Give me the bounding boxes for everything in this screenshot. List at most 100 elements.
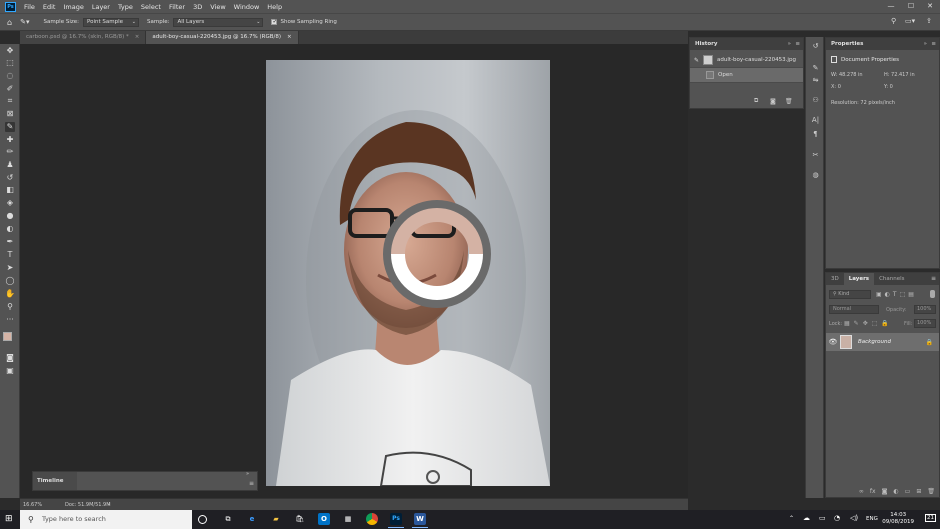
close-tab-icon[interactable]: × [287,34,292,40]
brush-settings-icon[interactable]: ✎ [810,63,821,74]
collapse-panel-icon[interactable]: » [788,41,791,47]
menu-edit[interactable]: Edit [43,3,56,11]
camera-icon[interactable]: ◙ [770,98,776,105]
show-sampling-ring-checkbox[interactable] [271,18,278,25]
edge-icon[interactable]: e [246,513,258,525]
collapse-panel-icon[interactable]: » [924,41,927,47]
panel-menu-icon[interactable]: ≡ [931,275,936,282]
eyedropper-tool-icon[interactable]: ✎ [5,122,15,132]
panel-menu-icon[interactable]: ≡ [795,41,800,47]
menu-image[interactable]: Image [63,3,83,11]
tab-3d[interactable]: 3D [826,273,844,285]
word-icon[interactable]: W [412,513,428,528]
libraries-icon[interactable]: ⚇ [810,95,821,106]
history-panel-icon[interactable]: ↺ [810,41,821,52]
screen-mode-icon[interactable]: ▣ [5,366,15,376]
properties-tab[interactable]: Properties [831,41,863,47]
battery-icon[interactable]: ▭ [819,514,826,522]
close-tab-icon[interactable]: × [135,34,140,40]
maximize-button[interactable]: ☐ [902,0,920,13]
layer-background[interactable]: 👁 Background 🔒 [826,333,939,351]
show-hidden-icons-icon[interactable]: ⌃ [789,515,794,522]
group-icon[interactable]: ▭ [905,488,911,495]
opacity-field[interactable]: 100% [914,305,936,314]
eye-visibility-icon[interactable]: 👁 [826,338,840,346]
zoom-tool-icon[interactable]: ⚲ [5,302,15,312]
menu-layer[interactable]: Layer [92,3,110,11]
menu-window[interactable]: Window [234,3,260,11]
windows-start-icon[interactable]: ⊞ [5,514,13,524]
cortana-icon[interactable] [198,515,207,524]
paint-bucket-tool-icon[interactable]: ◈ [5,198,15,208]
3d-material-icon[interactable]: ◍ [810,170,821,181]
filter-kind-select[interactable]: ⚲ Kind [829,290,871,299]
menu-select[interactable]: Select [141,3,161,11]
width-field[interactable]: W: 48.278 in [831,72,863,78]
x-field[interactable]: X: 0 [831,84,841,90]
clone-stamp-tool-icon[interactable]: ♟ [5,160,15,170]
eraser-tool-icon[interactable]: ◧ [5,185,15,195]
minimize-button[interactable]: — [882,0,900,13]
volume-icon[interactable]: ◁) [850,514,858,522]
home-icon[interactable]: ⌂ [7,18,12,27]
wifi-icon[interactable]: ◔ [834,514,840,522]
lock-icon[interactable]: 🔒 [926,339,933,346]
panel-menu-icon[interactable]: ≡ [931,41,936,47]
tab-layers[interactable]: Layers [843,273,875,285]
trash-icon[interactable]: 🗑 [785,98,793,105]
sample-size-select[interactable]: Point Sample ⌄ [82,17,139,27]
lasso-tool-icon[interactable]: ◌ [5,71,15,81]
outlook-icon[interactable]: O [318,513,330,525]
menu-filter[interactable]: Filter [169,3,185,11]
layer-filter-icons[interactable]: ▣◐T⬚▤ [876,291,917,298]
tab-channels[interactable]: Channels [874,273,909,285]
more-tools-icon[interactable]: ··· [5,315,15,325]
adjustments-icon[interactable]: ⇋ [810,75,821,86]
menu-view[interactable]: View [210,3,225,11]
history-snapshot[interactable]: ✎ adult-boy-casual-220453.jpg [690,53,803,68]
clock[interactable]: 14:03 09/08/2019 [882,512,914,526]
eyedropper-tool-preset-icon[interactable]: ✎▾ [20,18,29,26]
menu-3d[interactable]: 3D [193,3,202,11]
path-select-tool-icon[interactable]: ➤ [5,263,15,273]
foreground-color-swatch[interactable] [3,332,12,341]
close-window-button[interactable]: ✕ [921,0,939,13]
notifications-icon[interactable]: 21 [925,514,936,522]
fx-icon[interactable]: fx [870,488,876,495]
blend-mode-select[interactable]: Normal [829,305,879,314]
filter-toggle-icon[interactable] [930,290,935,298]
height-field[interactable]: H: 72.417 in [884,72,915,78]
healing-brush-tool-icon[interactable]: ✚ [5,135,15,145]
tools-options-icon[interactable]: ✂ [810,150,821,161]
blur-tool-icon[interactable]: ● [5,211,15,221]
chrome-icon[interactable] [366,513,378,525]
panel-menu-icon[interactable]: ≡ [249,480,254,487]
fill-field[interactable]: 100% [914,319,936,328]
timeline-tab[interactable]: Timeline [33,472,77,490]
photoshop-taskbar-icon[interactable]: Ps [388,513,404,528]
calculator-icon[interactable]: ▦ [342,513,354,525]
paragraph-icon[interactable]: ¶ [810,129,821,140]
cloud-icon[interactable]: ☁ [803,514,810,522]
zoom-level[interactable]: 16.67% [23,502,42,508]
marquee-tool-icon[interactable]: ⬚ [5,58,15,68]
document-size[interactable]: Doc: 51.9M/51.9M [65,502,111,508]
history-tab[interactable]: History [695,41,717,47]
adjustment-layer-icon[interactable]: ◐ [893,488,898,495]
taskbar-search-input[interactable]: ⚲ Type here to search [20,510,192,529]
link-layers-icon[interactable]: ∞ [859,488,864,495]
quick-select-tool-icon[interactable]: ✐ [5,84,15,94]
menu-help[interactable]: Help [267,3,282,11]
pen-tool-icon[interactable]: ✒ [5,237,15,247]
status-menu-icon[interactable]: › [108,502,110,508]
shape-tool-icon[interactable]: ◯ [5,276,15,286]
tab-carboon[interactable]: carboon.psd @ 16.7% (skin, RGB/8) * × [20,31,147,44]
file-explorer-icon[interactable]: ▰ [270,513,282,525]
workspace-icon[interactable]: ▭▾ [905,17,915,25]
task-view-icon[interactable]: ⧉ [222,513,234,525]
menu-type[interactable]: Type [118,3,133,11]
dodge-tool-icon[interactable]: ◐ [5,224,15,234]
menu-file[interactable]: File [24,3,35,11]
share-icon[interactable]: ⇪ [926,17,932,25]
y-field[interactable]: Y: 0 [884,84,893,90]
